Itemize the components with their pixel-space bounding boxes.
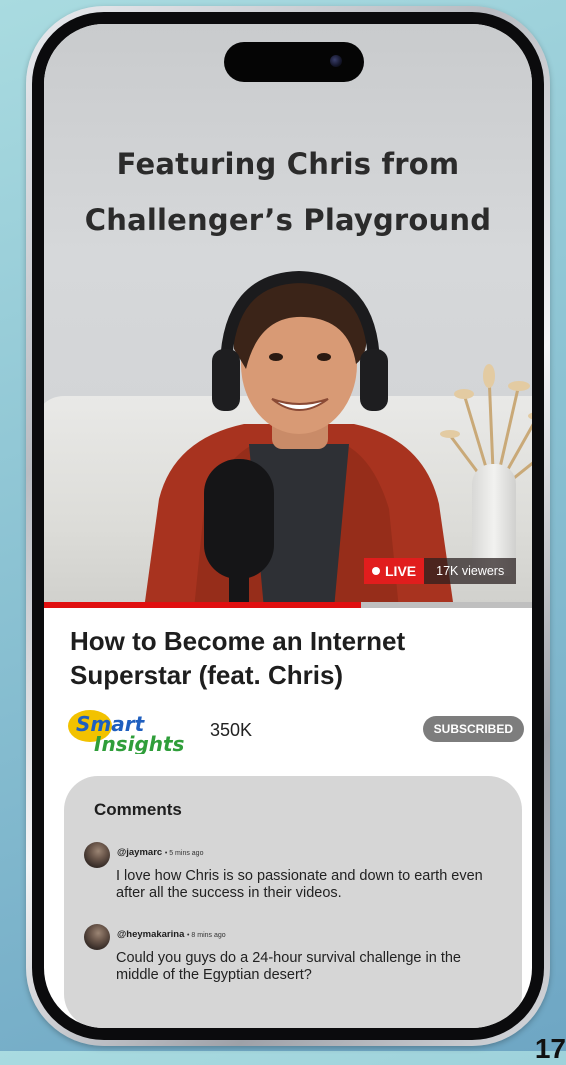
comment-header: @jaymarc • 5 mins ago [117,847,203,858]
comment-handle[interactable]: @jaymarc [117,847,162,858]
live-badge: LIVE 17K viewers [364,558,517,584]
phone-bezel: Featuring Chris from Challenger’s Playgr… [32,12,544,1040]
live-indicator: LIVE [364,558,425,584]
video-headline: Featuring Chris from Challenger’s Playgr… [44,136,532,248]
channel-row: Smart Insights 350K SUBSCRIBED [68,708,524,754]
channel-logo-line-2: Insights [94,732,185,754]
commenter-avatar[interactable] [84,842,110,868]
commenter-avatar[interactable] [84,924,110,950]
video-title: How to Become an Internet Superstar (fea… [70,626,406,690]
channel-logo[interactable]: Smart Insights [68,708,198,754]
comment-text: Could you guys do a 24-hour survival cha… [116,950,461,983]
dynamic-island [224,42,364,82]
streamer-portrait [144,270,453,602]
live-dot-icon [372,567,380,575]
comments-heading: Comments [94,800,182,819]
comment-text: I love how Chris is so passionate and do… [116,868,483,901]
comment-handle[interactable]: @heymakarina [117,929,184,940]
page-number: 17 [534,1033,566,1064]
headline-line-1: Featuring Chris from [116,147,460,181]
front-camera-icon [330,55,342,67]
headline-line-2: Challenger’s Playground [84,203,492,237]
live-label: LIVE [385,563,417,579]
comment-header: @heymakarina • 8 mins ago [117,929,226,940]
video-player[interactable]: Featuring Chris from Challenger’s Playgr… [44,24,532,602]
comments-panel: Comments @jaymarc • 5 mins ago I love ho… [64,776,522,1028]
subscribed-button[interactable]: SUBSCRIBED [422,716,524,742]
comment-time: • 8 mins ago [187,932,226,939]
phone-frame: Featuring Chris from Challenger’s Playgr… [26,6,550,1046]
video-progress-bar[interactable] [44,602,532,608]
phone-screen: Featuring Chris from Challenger’s Playgr… [44,24,532,1028]
comment-time: • 5 mins ago [164,850,204,857]
viewer-count: 17K viewers [424,558,517,584]
video-progress-fill [44,602,362,608]
subscriber-count: 350K [210,720,253,740]
